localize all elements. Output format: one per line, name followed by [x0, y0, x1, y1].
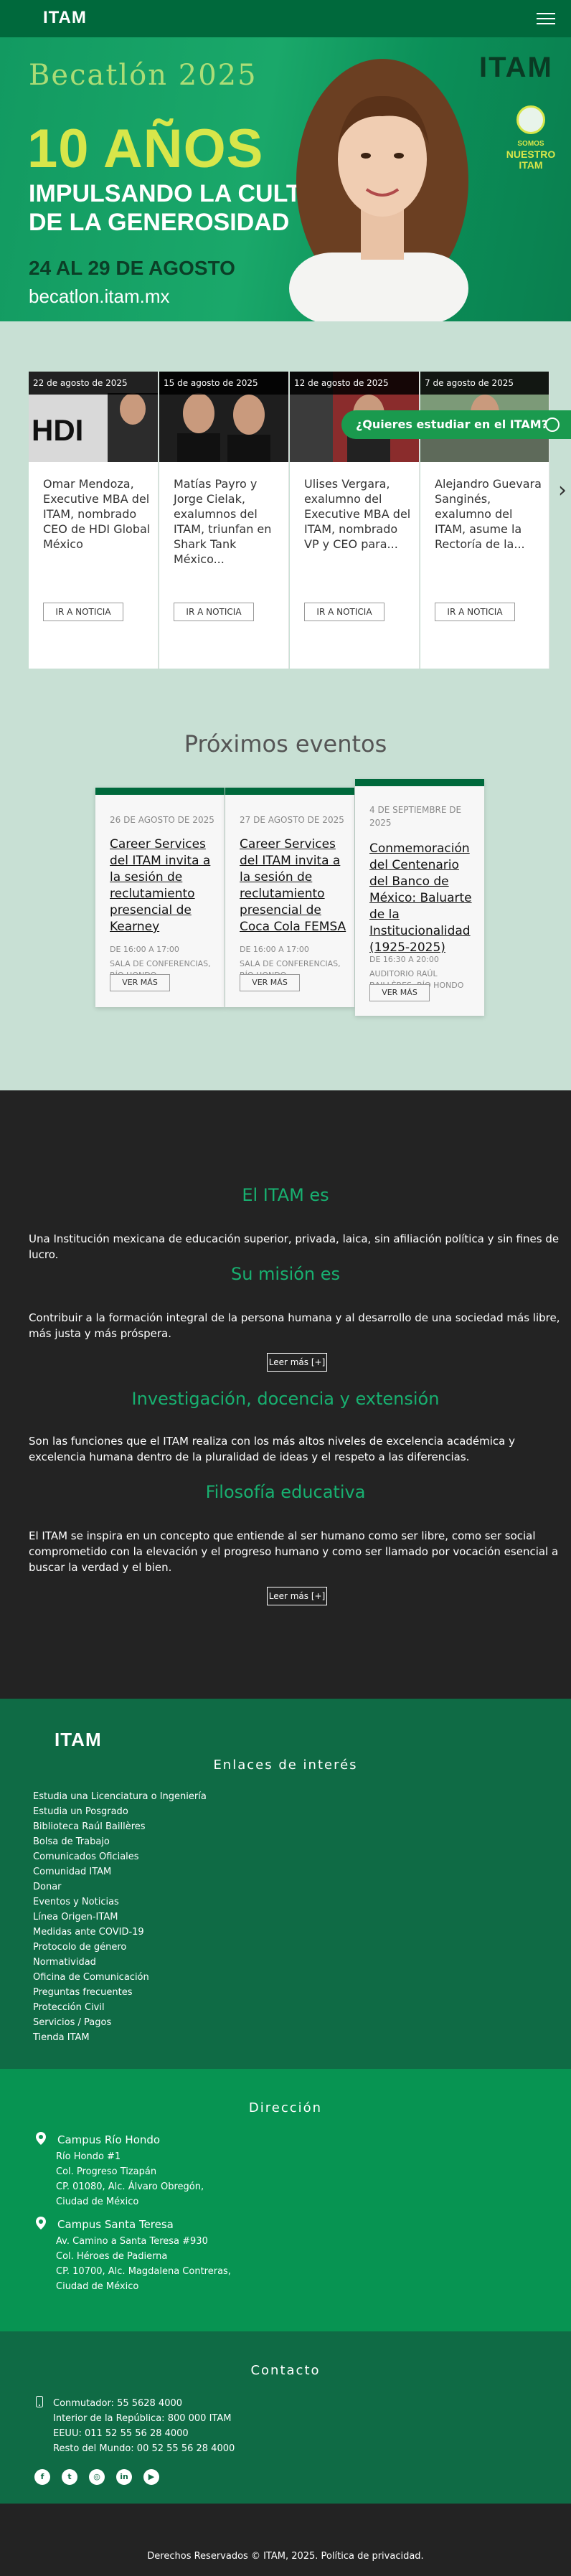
campus-rio-hondo-address: Río Hondo #1 Col. Progreso Tizapán CP. 010… — [56, 2151, 204, 2207]
twitter-icon[interactable]: t — [62, 2469, 77, 2485]
phone-icon — [36, 2396, 43, 2407]
links-title: Enlaces de interés — [213, 1758, 358, 1773]
event-more-button[interactable]: VER MÁS — [110, 974, 170, 991]
research-text: Son las funciones que el ITAM realiza co… — [29, 1435, 515, 1463]
mission-read-more-button[interactable]: Leer más [+] — [267, 1353, 327, 1372]
news-title: Omar Mendoza, Executive MBA del ITAM, no… — [43, 477, 151, 551]
event-date: 4 DE SEPTIEMBRE DE 2025 — [369, 805, 462, 828]
footer-link[interactable]: Medidas ante COVID-19 — [33, 1925, 320, 1940]
linkedin-icon[interactable]: in — [116, 2469, 132, 2485]
event-card[interactable]: 26 DE AGOSTO DE 2025 Career Services del… — [95, 788, 225, 1007]
news-card[interactable]: HDI 22 de agosto de 2025 Omar Mendoza, E… — [29, 372, 159, 669]
campus-santa-teresa-address: Av. Camino a Santa Teresa #930 Col. Héroe… — [56, 2236, 231, 2292]
hero-student-photo — [282, 37, 476, 321]
news-title: Alejandro Guevara Sanginés, exalumno del… — [435, 477, 542, 551]
read-news-button[interactable]: IR A NOTICIA — [174, 603, 254, 621]
event-card[interactable]: 27 DE AGOSTO DE 2025 Career Services del… — [225, 788, 354, 1007]
hero-dates: 24 AL 29 DE AGOSTO — [29, 257, 235, 279]
event-date: 26 DE AGOSTO DE 2025 — [110, 815, 214, 825]
event-more-button[interactable]: VER MÁS — [369, 984, 430, 1001]
footer-link[interactable]: Estudia un Posgrado — [33, 1804, 320, 1819]
itam-logo[interactable]: ITAM — [43, 9, 93, 27]
news-card[interactable]: 15 de agosto de 2025 Matías Payro y Jorg… — [159, 372, 289, 669]
philosophy-read-more-button[interactable]: Leer más [+] — [267, 1587, 327, 1605]
news-date: 7 de agosto de 2025 — [420, 372, 549, 395]
footer-link[interactable]: Biblioteca Raúl Baillères — [33, 1819, 320, 1834]
carousel-next-arrow-icon[interactable]: › — [558, 478, 567, 503]
mission-heading: Su misión es — [230, 1264, 341, 1284]
footer-link[interactable]: Línea Origen-ITAM — [33, 1910, 320, 1925]
youtube-icon[interactable]: ▶ — [143, 2469, 159, 2485]
read-news-button[interactable]: IR A NOTICIA — [43, 603, 123, 621]
footer-itam-logo[interactable]: ITAM — [55, 1729, 102, 1751]
footer-link[interactable]: Oficina de Comunicación — [33, 1970, 320, 1985]
footer-link[interactable]: Protección Civil — [33, 2000, 320, 2015]
contact-title: Contacto — [250, 2363, 321, 2378]
footer-link[interactable]: Preguntas frecuentes — [33, 1985, 320, 2000]
read-news-button[interactable]: IR A NOTICIA — [304, 603, 384, 621]
hero-headline: 10 AÑOS — [27, 118, 264, 179]
event-time: DE 16:30 A 20:00 — [369, 955, 439, 964]
about-text: Una Institución mexicana de educación su… — [29, 1232, 560, 1261]
whatsapp-chat-button[interactable]: ¿Quieres estudiar en el ITAM? — [341, 410, 571, 439]
event-time: DE 16:00 A 17:00 — [110, 945, 179, 954]
badge-line-1: SOMOS — [517, 140, 544, 148]
event-title-link[interactable]: Conmemoración del Centenario del Banco d… — [369, 841, 477, 956]
instagram-icon[interactable]: ◎ — [89, 2469, 105, 2485]
location-pin-icon — [36, 2132, 46, 2145]
footer-link[interactable]: Servicios / Pagos — [33, 2015, 320, 2030]
event-title-link[interactable]: Career Services del ITAM invita a la ses… — [110, 836, 217, 935]
about-heading: El ITAM es — [242, 1185, 329, 1205]
footer-link[interactable]: Normatividad — [33, 1955, 320, 1970]
address-title: Dirección — [248, 2100, 323, 2115]
event-more-button[interactable]: VER MÁS — [240, 974, 300, 991]
event-card[interactable]: 4 DE SEPTIEMBRE DE 2025 Conmemoración de… — [355, 779, 484, 1016]
footer-link[interactable]: Bolsa de Trabajo — [33, 1834, 320, 1849]
news-title: Ulises Vergara, exalumno del Executive M… — [304, 477, 411, 551]
footer-link[interactable]: Estudia una Licenciatura o Ingeniería — [33, 1789, 320, 1804]
read-news-button[interactable]: IR A NOTICIA — [435, 603, 515, 621]
news-date: 12 de agosto de 2025 — [290, 372, 419, 395]
footer-link[interactable]: Tienda ITAM — [33, 2030, 320, 2045]
badge-line-3: ITAM — [519, 159, 543, 171]
badge-line-2: NUESTRO — [506, 148, 556, 160]
somos-nuestro-itam-badge: SOMOS NUESTRO ITAM — [499, 105, 563, 192]
campus-santa-teresa-name: Campus Santa Teresa — [57, 2218, 174, 2231]
philosophy-heading: Filosofía educativa — [205, 1482, 366, 1502]
campus-rio-hondo-name: Campus Río Hondo — [57, 2133, 161, 2146]
event-date: 27 DE AGOSTO DE 2025 — [240, 815, 344, 825]
news-title: Matías Payro y Jorge Cielak, exalumnos d… — [174, 477, 272, 566]
badge-seal-icon — [516, 105, 545, 134]
hero-subline-2: DE LA GENEROSIDAD — [29, 209, 290, 236]
copyright-text: Derechos Reservados © ITAM, 2025. Políti… — [147, 2551, 424, 2562]
footer-link[interactable]: Comunicados Oficiales — [33, 1849, 320, 1864]
events-section-title: Próximos eventos — [184, 730, 387, 758]
footer-link[interactable]: Donar — [33, 1879, 320, 1895]
event-time: DE 16:00 A 17:00 — [240, 945, 309, 954]
facebook-icon[interactable]: f — [34, 2469, 50, 2485]
mission-text: Contribuir a la formación integral de la… — [29, 1311, 560, 1340]
whatsapp-icon — [545, 417, 560, 432]
footer-link[interactable]: Protocolo de género — [33, 1940, 320, 1955]
hdi-logo: HDI — [32, 413, 83, 447]
footer-link[interactable]: Comunidad ITAM — [33, 1864, 320, 1879]
location-pin-icon — [36, 2217, 46, 2230]
contact-phones: Conmutador: 55 5628 4000 Interior de la R… — [53, 2398, 235, 2454]
hero-url: becatlon.itam.mx — [29, 286, 170, 307]
philosophy-text: El ITAM se inspira en un concepto que en… — [29, 1529, 559, 1574]
whatsapp-label: ¿Quieres estudiar en el ITAM? — [356, 417, 548, 431]
hero-becatlon-title: Becatlón 2025 — [29, 59, 258, 92]
hamburger-menu-icon[interactable] — [537, 13, 555, 26]
footer-bottom-bar — [0, 2504, 571, 2576]
news-date: 22 de agosto de 2025 — [29, 372, 158, 395]
event-title-link[interactable]: Career Services del ITAM invita a la ses… — [240, 836, 347, 935]
research-heading: Investigación, docencia y extensión — [131, 1389, 440, 1409]
footer-link[interactable]: Eventos y Noticias — [33, 1895, 320, 1910]
hero-itam-logo: ITAM — [479, 52, 553, 83]
footer-links-list: Estudia una Licenciatura o Ingeniería Est… — [33, 1789, 320, 2045]
news-date: 15 de agosto de 2025 — [159, 372, 288, 395]
